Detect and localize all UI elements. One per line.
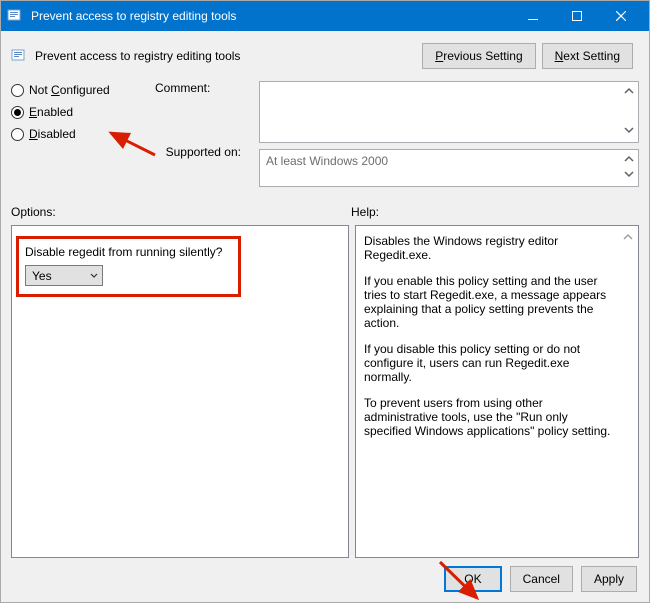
next-setting-button[interactable]: Next Setting — [542, 43, 633, 69]
header-row: Prevent access to registry editing tools… — [11, 43, 639, 69]
supported-on-field: At least Windows 2000 — [259, 149, 639, 187]
minimize-button[interactable] — [511, 1, 555, 31]
ok-button[interactable]: OK — [444, 566, 501, 592]
help-paragraph: Disables the Windows registry editor Reg… — [364, 234, 618, 262]
scroll-up-icon[interactable] — [620, 229, 636, 248]
policy-dialog: Prevent access to registry editing tools… — [0, 0, 650, 603]
options-panel: Disable regedit from running silently? Y… — [11, 225, 349, 558]
dialog-footer: OK Cancel Apply — [11, 566, 639, 592]
header-title: Prevent access to registry editing tools — [35, 49, 422, 63]
comment-textarea[interactable] — [259, 81, 639, 143]
apply-button[interactable]: Apply — [581, 566, 637, 592]
state-radio-group: Not Configured Enabled Disabled — [11, 81, 141, 187]
supported-on-label: Supported on: — [155, 145, 245, 179]
help-paragraph: If you disable this policy setting or do… — [364, 342, 618, 384]
cancel-button[interactable]: Cancel — [510, 566, 573, 592]
option-question: Disable regedit from running silently? — [25, 245, 232, 259]
radio-enabled[interactable]: Enabled — [11, 105, 141, 119]
comment-label: Comment: — [155, 81, 245, 145]
scroll-down-icon[interactable] — [621, 166, 637, 185]
radio-label: Disabled — [29, 127, 76, 141]
help-label: Help: — [351, 205, 379, 219]
help-paragraph: If you enable this policy setting and th… — [364, 274, 618, 330]
radio-label: Not Configured — [29, 83, 110, 97]
scroll-down-icon[interactable] — [621, 122, 637, 141]
policy-icon — [11, 48, 27, 64]
scroll-up-icon[interactable] — [621, 83, 637, 102]
maximize-button[interactable] — [555, 1, 599, 31]
radio-label: Enabled — [29, 105, 73, 119]
previous-setting-button[interactable]: Previous Setting — [422, 43, 535, 69]
titlebar-title: Prevent access to registry editing tools — [31, 9, 511, 23]
radio-not-configured[interactable]: Not Configured — [11, 83, 141, 97]
chevron-down-icon — [90, 269, 98, 283]
titlebar: Prevent access to registry editing tools — [1, 1, 649, 31]
option-combobox[interactable]: Yes — [25, 265, 103, 286]
help-panel: Disables the Windows registry editor Reg… — [355, 225, 639, 558]
policy-icon — [7, 8, 23, 24]
options-label: Options: — [11, 205, 351, 219]
combo-value: Yes — [32, 269, 52, 283]
supported-on-value: At least Windows 2000 — [266, 154, 388, 168]
dialog-content: Prevent access to registry editing tools… — [1, 31, 649, 602]
help-text: Disables the Windows registry editor Reg… — [364, 234, 618, 438]
radio-disabled[interactable]: Disabled — [11, 127, 141, 141]
highlight-box: Disable regedit from running silently? Y… — [16, 236, 241, 297]
help-paragraph: To prevent users from using other admini… — [364, 396, 618, 438]
close-button[interactable] — [599, 1, 643, 31]
